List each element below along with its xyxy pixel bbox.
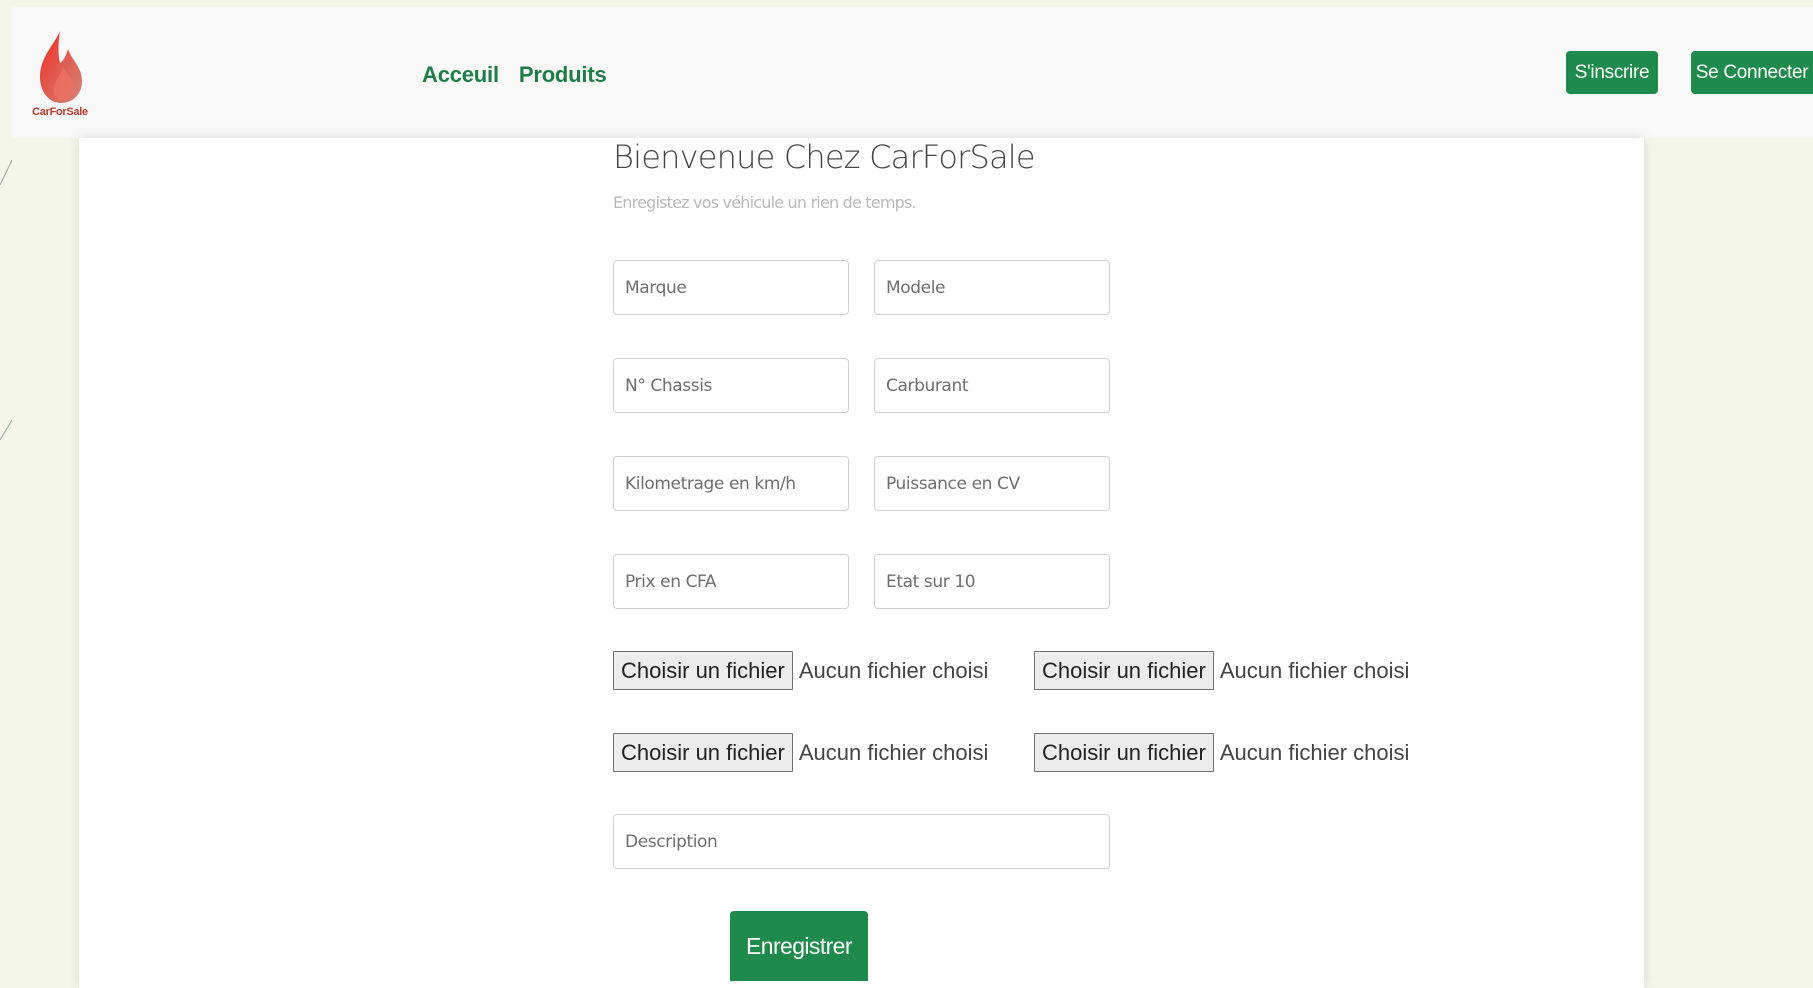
nav-produits[interactable]: Produits <box>519 62 607 88</box>
flame-icon <box>40 31 82 103</box>
prix-input[interactable] <box>613 554 849 609</box>
description-input[interactable] <box>613 814 1110 869</box>
file-status: Aucun fichier choisi <box>1219 739 1410 765</box>
decorative-lines <box>0 159 12 441</box>
login-button[interactable]: Se Connecter <box>1691 51 1813 94</box>
file-status: Aucun fichier choisi <box>1219 657 1410 683</box>
left-decoration <box>0 0 12 976</box>
carburant-input[interactable] <box>874 358 1110 413</box>
file-status: Aucun fichier choisi <box>798 739 989 765</box>
file-upload-3: Choisir un fichier Aucun fichier choisi <box>613 733 988 772</box>
vehicle-form-card: Bienvenue Chez CarForSale Enregistez vos… <box>79 138 1644 988</box>
file-upload-4: Choisir un fichier Aucun fichier choisi <box>1034 733 1409 772</box>
nav-acceuil[interactable]: Acceuil <box>422 62 499 88</box>
marque-input[interactable] <box>613 260 849 315</box>
puissance-input[interactable] <box>874 456 1110 511</box>
logo-text: CarForSale <box>32 106 88 118</box>
choose-file-button[interactable]: Choisir un fichier <box>1034 651 1214 690</box>
file-upload-2: Choisir un fichier Aucun fichier choisi <box>1034 651 1409 690</box>
etat-input[interactable] <box>874 554 1110 609</box>
page-subtitle: Enregistez vos véhicule un rien de temps… <box>613 193 917 212</box>
chassis-input[interactable] <box>613 358 849 413</box>
choose-file-button[interactable]: Choisir un fichier <box>613 651 793 690</box>
modele-input[interactable] <box>874 260 1110 315</box>
save-button[interactable]: Enregistrer <box>730 911 868 981</box>
kilometrage-input[interactable] <box>613 456 849 511</box>
page-title: Bienvenue Chez CarForSale <box>613 138 1036 176</box>
logo[interactable]: CarForSale <box>30 27 90 127</box>
choose-file-button[interactable]: Choisir un fichier <box>613 733 793 772</box>
top-navbar: CarForSale Acceuil Produits S'inscrire S… <box>12 7 1813 138</box>
choose-file-button[interactable]: Choisir un fichier <box>1034 733 1214 772</box>
main-nav: Acceuil Produits <box>422 62 607 88</box>
file-status: Aucun fichier choisi <box>798 657 989 683</box>
register-button[interactable]: S'inscrire <box>1566 51 1658 94</box>
file-upload-1: Choisir un fichier Aucun fichier choisi <box>613 651 988 690</box>
